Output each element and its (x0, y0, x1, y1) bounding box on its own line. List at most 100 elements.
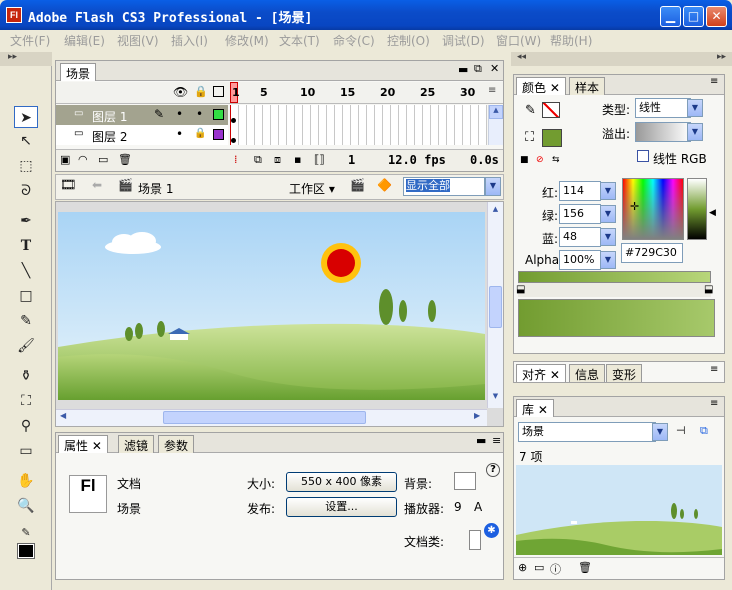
outline-icon[interactable] (213, 86, 224, 97)
green-dropdown-icon[interactable]: ▼ (600, 205, 616, 223)
gradient-stop-icon[interactable]: ⬓ (704, 284, 713, 295)
document-size-button[interactable]: 550 x 400 像素 (286, 472, 397, 492)
fill-type-dropdown[interactable]: 线性 (635, 98, 691, 118)
new-symbol-icon[interactable]: ⊕ (518, 561, 527, 574)
free-transform-tool-icon[interactable]: ⬚ (14, 155, 38, 177)
zoom-tool-icon[interactable]: 🔍 (14, 495, 38, 517)
close-button[interactable]: ✕ (706, 6, 727, 27)
tab-filters[interactable]: 滤镜 (118, 435, 155, 453)
toolbox-grip-icon[interactable]: ▸▸ (0, 52, 52, 66)
publish-settings-button[interactable]: 设置... (286, 497, 397, 517)
swap-colors-icon[interactable]: ⇆ (552, 155, 560, 165)
layer-visibility-dot[interactable]: • (176, 127, 183, 141)
onion-skin-icon[interactable]: ⧉ (254, 153, 262, 167)
stage-vscroll[interactable]: ▲ ▼ (487, 202, 503, 408)
tab-parameters[interactable]: 参数 (158, 435, 195, 453)
eyedropper-tool-icon[interactable]: ⚲ (14, 415, 38, 437)
layer-color-swatch[interactable] (213, 129, 224, 140)
vscroll-thumb[interactable] (489, 286, 502, 328)
stroke-pencil-icon[interactable]: ✎ (525, 103, 536, 118)
zoom-dropdown-arrow-icon[interactable]: ▼ (485, 177, 501, 196)
timeline-vscroll[interactable]: ▲ (488, 105, 503, 145)
menu-text[interactable]: 文本(T) (279, 32, 320, 49)
hand-tool-icon[interactable]: ✋ (14, 470, 38, 492)
brightness-slider[interactable] (687, 178, 707, 240)
frame-grid[interactable] (230, 105, 487, 145)
fill-color-swatch[interactable] (17, 543, 35, 559)
scene-name[interactable]: 场景 1 (138, 180, 173, 197)
library-document-dropdown[interactable]: 场景 (518, 422, 656, 442)
tab-align[interactable]: 对齐 ✕ (516, 364, 566, 382)
panel-minimize-icon[interactable]: ▬ (476, 434, 486, 447)
panel-menu-icon[interactable]: ≡ (492, 434, 501, 447)
menu-modify[interactable]: 修改(M) (225, 32, 269, 49)
alpha-input[interactable]: 100% (559, 250, 601, 270)
back-arrow-icon[interactable]: ⬅ (92, 178, 102, 192)
stage-canvas[interactable] (58, 212, 485, 400)
tab-swatches[interactable]: 样本 (569, 77, 606, 95)
brush-tool-icon[interactable]: 🖌 (14, 335, 38, 357)
menu-edit[interactable]: 编辑(E) (64, 32, 105, 49)
workspace-menu[interactable]: 工作区 ▾ (289, 180, 335, 197)
brightness-pointer-icon[interactable]: ◀ (709, 208, 716, 218)
lock-icon[interactable]: 🔒 (194, 128, 206, 139)
gradient-stop-icon[interactable]: ⬓ (516, 284, 525, 295)
overflow-dropdown[interactable] (635, 122, 691, 142)
pencil-tool-icon[interactable]: ✎ (14, 310, 38, 332)
dropdown-arrow-icon[interactable]: ▼ (687, 123, 703, 141)
tab-properties[interactable]: 属性 ✕ (58, 435, 108, 453)
properties-icon[interactable]: ⓘ (550, 561, 561, 577)
lasso-tool-icon[interactable]: ᘐ (14, 180, 38, 202)
lock-icon[interactable]: 🔒 (194, 85, 208, 98)
fill-bucket-icon[interactable]: ⛶ (525, 130, 534, 145)
tab-scene[interactable]: 场景 (60, 63, 97, 81)
scroll-right-icon[interactable]: ▶ (474, 411, 480, 420)
help-icon[interactable]: ? (486, 463, 500, 477)
blue-input[interactable]: 48 (559, 227, 601, 247)
menu-commands[interactable]: 命令(C) (333, 32, 375, 49)
delete-layer-icon[interactable]: 🗑 (118, 153, 132, 166)
stroke-color-swatch[interactable] (542, 102, 560, 118)
menu-file[interactable]: 文件(F) (10, 32, 50, 49)
linear-rgb-checkbox[interactable] (637, 150, 649, 162)
eye-icon[interactable]: 👁 (173, 85, 188, 99)
menu-view[interactable]: 视图(V) (117, 32, 159, 49)
layer-row-1[interactable]: ▭ 图层 1 ✎ • • (56, 105, 228, 125)
delete-item-icon[interactable]: 🗑 (578, 561, 592, 574)
layer-lock-dot[interactable]: • (196, 107, 203, 121)
pen-tool-icon[interactable]: ✒ (14, 210, 38, 232)
background-color-swatch[interactable] (454, 472, 476, 490)
keyframe[interactable] (231, 138, 236, 143)
ink-bottle-tool-icon[interactable]: ⚱ (14, 365, 38, 387)
tab-info[interactable]: 信息 (569, 364, 606, 382)
black-white-icon[interactable]: ■ (520, 155, 529, 165)
fill-color-swatch-panel[interactable] (542, 129, 562, 147)
red-dropdown-icon[interactable]: ▼ (600, 182, 616, 200)
stage-hscroll[interactable]: ◀ ▶ (56, 409, 487, 426)
menu-insert[interactable]: 插入(I) (171, 32, 208, 49)
edit-multiple-icon[interactable]: ▪ (294, 153, 301, 166)
red-input[interactable]: 114 (559, 181, 601, 201)
scroll-down-icon[interactable]: ▼ (488, 392, 503, 400)
dropdown-arrow-icon[interactable]: ▼ (652, 423, 668, 441)
center-frame-icon[interactable]: ⁞ (234, 153, 238, 166)
stroke-color-icon[interactable]: ✎ (14, 522, 38, 544)
document-class-input[interactable] (469, 530, 481, 550)
timeline-toggle-icon[interactable]: 🎞 (60, 178, 77, 193)
layer-row-2[interactable]: ▭ 图层 2 • 🔒 (56, 125, 228, 145)
panel-close-icon[interactable]: ✕ (490, 62, 499, 75)
layer-visibility-dot[interactable]: • (176, 107, 183, 121)
zoom-dropdown[interactable]: 显示全部 (403, 177, 485, 196)
subselection-tool-icon[interactable]: ↖ (14, 130, 38, 152)
insert-layer-icon[interactable]: ▣ (60, 153, 70, 166)
menu-window[interactable]: 窗口(W) (496, 32, 541, 49)
scroll-left-icon[interactable]: ◀ (60, 411, 66, 420)
new-library-panel-icon[interactable]: ⧉ (700, 424, 708, 438)
rectangle-tool-icon[interactable]: □ (14, 285, 38, 307)
tab-color[interactable]: 颜色 ✕ (516, 77, 566, 95)
menu-debug[interactable]: 调试(D) (442, 32, 485, 49)
panel-menu-icon[interactable]: ≡ (710, 76, 718, 87)
paint-bucket-tool-icon[interactable]: ⛶ (14, 390, 38, 412)
panel-minimize-icon[interactable]: ▬ (458, 63, 468, 76)
new-folder-icon[interactable]: ▭ (534, 561, 544, 574)
